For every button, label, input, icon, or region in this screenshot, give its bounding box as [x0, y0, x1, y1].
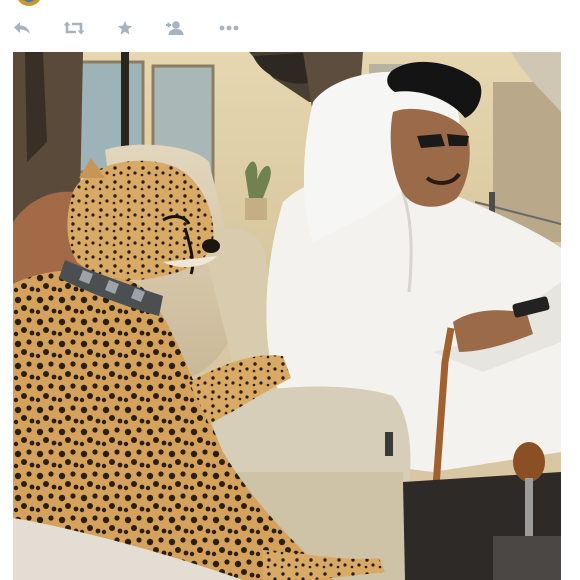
reply-button[interactable]: [8, 16, 36, 40]
gear-plate: [493, 536, 561, 580]
tweet-photo[interactable]: [13, 52, 561, 580]
console-latch: [385, 432, 393, 456]
more-button[interactable]: [215, 16, 243, 40]
more-dots-icon: [219, 25, 239, 31]
reply-icon: [14, 22, 30, 34]
tweet-actions-bar: [0, 16, 260, 40]
star-icon: [117, 20, 133, 35]
retweet-icon: [63, 21, 85, 35]
cheetah-nose: [202, 239, 220, 253]
follow-button[interactable]: [162, 16, 190, 40]
avatar[interactable]: [14, 0, 44, 6]
retweet-button[interactable]: [60, 16, 88, 40]
gear-knob[interactable]: [513, 442, 545, 482]
man-face: [390, 108, 470, 207]
add-user-icon: [166, 21, 184, 35]
gear-shaft: [525, 478, 533, 538]
favorite-button[interactable]: [111, 16, 139, 40]
avatar-image: [16, 0, 42, 6]
tweet-card: [0, 0, 580, 580]
plant-pot: [245, 198, 267, 220]
cheetah-car-photo: [13, 52, 561, 580]
